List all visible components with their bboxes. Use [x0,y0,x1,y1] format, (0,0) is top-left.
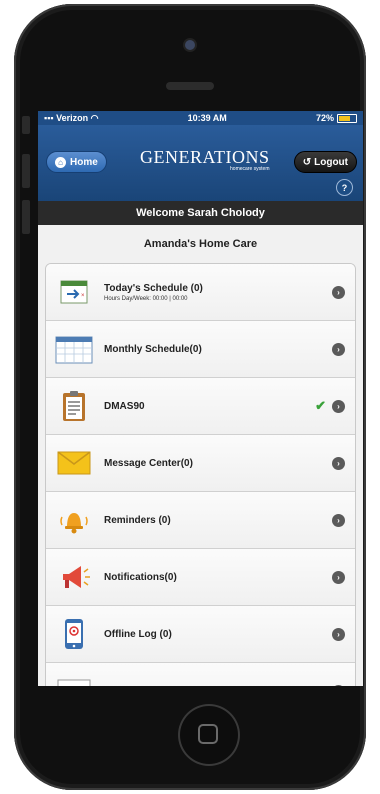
main-menu: × Today's Schedule (0) Hours Day/Week: 0… [45,263,356,686]
menu-item-label: Offline Log (0) [104,628,172,640]
app-header: ⌂ Home GENERATIONS homecare system ↺ Log… [38,125,363,201]
help-button[interactable]: ? [336,179,353,196]
menu-item-label: DMAS90 [104,400,145,412]
menu-item-message-center[interactable]: Message Center(0) › [46,435,355,492]
mobile-signal-icon [54,616,94,652]
calendar-icon [54,331,94,367]
chevron-right-icon: › [332,456,345,470]
welcome-banner: Welcome Sarah Cholody [38,201,363,225]
chevron-right-icon: › [332,570,345,584]
agency-name: Amanda's Home Care [143,238,258,250]
menu-item-notifications[interactable]: Notifications(0) › [46,549,355,606]
menu-item-label: Monthly Schedule(0) [104,343,202,355]
menu-item-monthly-schedule[interactable]: Monthly Schedule(0) › [46,321,355,378]
chevron-right-icon: › [332,399,345,413]
menu-item-label: Notifications(0) [104,571,177,583]
home-icon: ⌂ [55,156,66,168]
svg-text:×: × [81,293,85,299]
megaphone-icon [54,559,94,595]
menu-item-reminders[interactable]: Reminders (0) › [46,492,355,549]
volume-up-button [22,154,30,188]
carrier-label: ▪▪▪ Verizon ◠ [44,112,99,123]
menu-item-label: Message Center(0) [104,457,193,469]
chevron-right-icon: › [332,285,345,299]
menu-item-label: Today's Schedule (0) [104,282,203,294]
chevron-right-icon: › [332,627,345,641]
schedule-arrow-icon: × [54,274,94,310]
menu-item-label: Reminders (0) [104,514,171,526]
home-hardware-button[interactable] [178,704,240,766]
home-button[interactable]: ⌂ Home [46,151,107,173]
menu-item-todays-schedule[interactable]: × Today's Schedule (0) Hours Day/Week: 0… [46,264,355,321]
logout-icon: ↺ [302,156,312,168]
logout-button[interactable]: ↺ Logout [293,151,357,173]
status-bar: ▪▪▪ Verizon ◠ 10:39 AM 72% [38,111,363,125]
generations-logo: GENERATIONS homecare system [140,147,270,172]
clock: 10:39 AM [187,113,227,123]
chevron-right-icon: › [332,513,345,527]
app-screen: ▪▪▪ Verizon ◠ 10:39 AM 72% ⌂ Home GENERA… [38,111,363,686]
checkmark-icon: ✔ [315,398,326,413]
earpiece-speaker [166,82,214,90]
envelope-icon [54,445,94,481]
menu-item-partial[interactable]: › [46,663,355,686]
bell-icon [54,502,94,538]
menu-item-offline-log[interactable]: Offline Log (0) › [46,606,355,663]
battery-icon [337,114,357,124]
hours-summary: Hours Day/Week: 00:00 | 00:00 [104,295,188,302]
chevron-right-icon: › [332,684,345,686]
volume-down-button [22,200,30,234]
battery-indicator: 72% [316,113,357,124]
menu-item-dmas90[interactable]: DMAS90 ✔ › [46,378,355,435]
chevron-right-icon: › [332,342,345,356]
clipboard-icon [54,388,94,424]
front-camera [185,40,195,50]
mute-switch [22,116,30,134]
document-icon [54,673,94,686]
